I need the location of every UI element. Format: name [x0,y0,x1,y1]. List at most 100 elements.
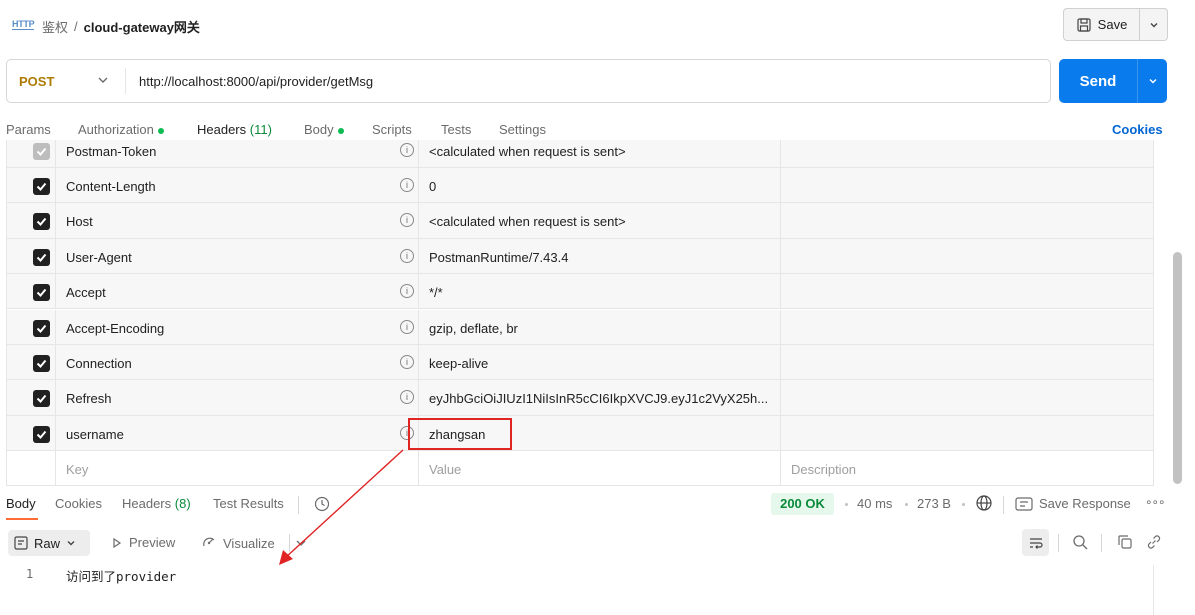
header-key[interactable]: Accept [66,285,106,300]
tab-scripts[interactable]: Scripts [372,122,412,137]
table-row[interactable]: Connection i keep-alive [7,344,1153,381]
header-value[interactable]: */* [429,285,443,300]
key-placeholder[interactable]: Key [66,462,88,477]
divider [125,68,126,94]
info-icon[interactable]: i [400,213,414,228]
chevron-down-icon[interactable] [95,72,111,88]
table-row[interactable]: Refresh i eyJhbGciOiJIUzI1NiIsInR5cCI6IkpX… [7,380,1153,416]
header-key[interactable]: Postman-Token [66,144,156,159]
table-row[interactable]: Content-Length i 0 [7,167,1153,204]
value-cell[interactable]: gzip, deflate, br [418,309,781,344]
header-key[interactable]: Host [66,214,93,229]
value-cell[interactable]: */* [418,274,781,309]
header-value[interactable]: PostmanRuntime/7.43.4 [429,250,568,265]
description-placeholder[interactable]: Description [791,462,856,477]
tab-test-results[interactable]: Test Results [213,496,284,511]
wrap-lines-button[interactable] [1022,529,1049,556]
table-row[interactable]: User-Agent i PostmanRuntime/7.43.4 [7,238,1153,275]
table-row[interactable]: Accept i */* [7,274,1153,310]
value-cell[interactable]: PostmanRuntime/7.43.4 [418,238,781,274]
header-key[interactable]: username [66,427,124,442]
tab-tests[interactable]: Tests [441,122,471,137]
tab-response-cookies[interactable]: Cookies [55,496,102,511]
tab-authorization[interactable]: Authorization [78,122,164,137]
info-icon[interactable]: i [400,390,414,405]
link-icon[interactable] [1145,533,1163,551]
tab-settings[interactable]: Settings [499,122,546,137]
response-size[interactable]: 273 B [917,496,951,511]
copy-icon[interactable] [1116,533,1134,551]
scrollbar-thumb[interactable] [1173,252,1182,484]
info-icon[interactable]: i [400,354,414,369]
header-value[interactable]: gzip, deflate, br [429,321,518,336]
info-icon[interactable]: i [400,177,414,192]
format-select[interactable]: Raw [8,530,90,556]
row-checkbox[interactable] [33,284,50,302]
tab-response-body[interactable]: Body [6,496,36,511]
value-cell[interactable]: 0 [418,167,781,203]
tab-body[interactable]: Body [304,122,344,137]
response-time[interactable]: 40 ms [857,496,892,511]
checkbox-cell [7,309,56,344]
value-cell[interactable]: eyJhbGciOiJIUzI1NiIsInR5cCI6IkpXVCJ9.eyJ… [418,380,781,415]
row-checkbox[interactable] [33,354,50,372]
checkbox-cell [7,380,56,415]
status-dot [157,127,164,134]
value-cell[interactable]: <calculated when request is sent> [418,203,781,238]
save-button[interactable]: Save [1063,8,1140,41]
cookies-link[interactable]: Cookies [1112,122,1163,137]
tab-response-headers[interactable]: Headers (8) [122,496,191,511]
value-cell[interactable]: Value [418,451,781,486]
method-select[interactable]: POST [19,74,54,89]
send-options-button[interactable] [1137,59,1167,103]
header-value[interactable]: keep-alive [429,356,488,371]
tab-headers[interactable]: Headers (11) [197,122,272,137]
info-icon[interactable]: i [400,319,414,334]
header-value[interactable]: 0 [429,179,436,194]
tab-params[interactable]: Params [6,122,51,137]
chevron-down-icon[interactable] [295,537,307,549]
value-cell[interactable]: <calculated when request is sent> [418,140,781,167]
header-key[interactable]: User-Agent [66,250,132,265]
request-title[interactable]: cloud-gateway网关 [84,17,200,36]
header-value[interactable]: <calculated when request is sent> [429,144,626,159]
row-checkbox[interactable] [33,177,50,195]
url-input[interactable]: http://localhost:8000/api/provider/getMs… [139,74,373,89]
row-checkbox[interactable] [33,248,50,266]
save-options-button[interactable] [1140,8,1168,41]
header-key[interactable]: Refresh [66,391,112,406]
header-value[interactable]: eyJhbGciOiJIUzI1NiIsInR5cCI6IkpXVCJ9.eyJ… [429,391,768,406]
checkbox-cell [7,274,56,309]
breadcrumb-parent[interactable]: 鉴权 [42,17,68,36]
send-button[interactable]: Send [1059,59,1137,103]
header-key[interactable]: Content-Length [66,179,156,194]
status-badge[interactable]: 200 OK [771,493,834,515]
history-icon[interactable] [313,495,331,513]
table-row[interactable]: Postman-Token i <calculated when request i… [7,140,1153,168]
header-key[interactable]: Connection [66,356,132,371]
value-cell[interactable]: keep-alive [418,344,781,380]
info-icon[interactable]: i [400,284,414,299]
table-row[interactable]: Host i <calculated when request is sent> [7,203,1153,239]
save-response-button[interactable]: Save Response [1015,496,1131,511]
row-checkbox[interactable] [33,390,50,408]
header-value[interactable]: <calculated when request is sent> [429,214,626,229]
table-row[interactable]: Accept-Encoding i gzip, deflate, br [7,309,1153,345]
header-key[interactable]: Accept-Encoding [66,321,164,336]
row-checkbox[interactable] [33,425,50,443]
row-checkbox[interactable] [33,319,50,337]
search-icon[interactable] [1071,533,1089,551]
new-header-row[interactable]: Key Value Description [7,451,1153,486]
info-icon[interactable]: i [400,142,414,157]
info-icon[interactable]: i [400,248,414,263]
value-placeholder[interactable]: Value [429,462,461,477]
more-options-icon[interactable]: ∘∘∘ [1145,495,1166,509]
visualize-button[interactable]: Visualize [201,535,275,551]
divider [1058,534,1059,552]
row-checkbox[interactable] [33,213,50,231]
table-row[interactable]: username i zhangsan [7,415,1153,452]
row-checkbox[interactable] [33,142,50,160]
response-body-text[interactable]: 访问到了provider [66,566,176,585]
globe-icon[interactable] [975,494,993,512]
preview-button[interactable]: Preview [111,535,175,550]
